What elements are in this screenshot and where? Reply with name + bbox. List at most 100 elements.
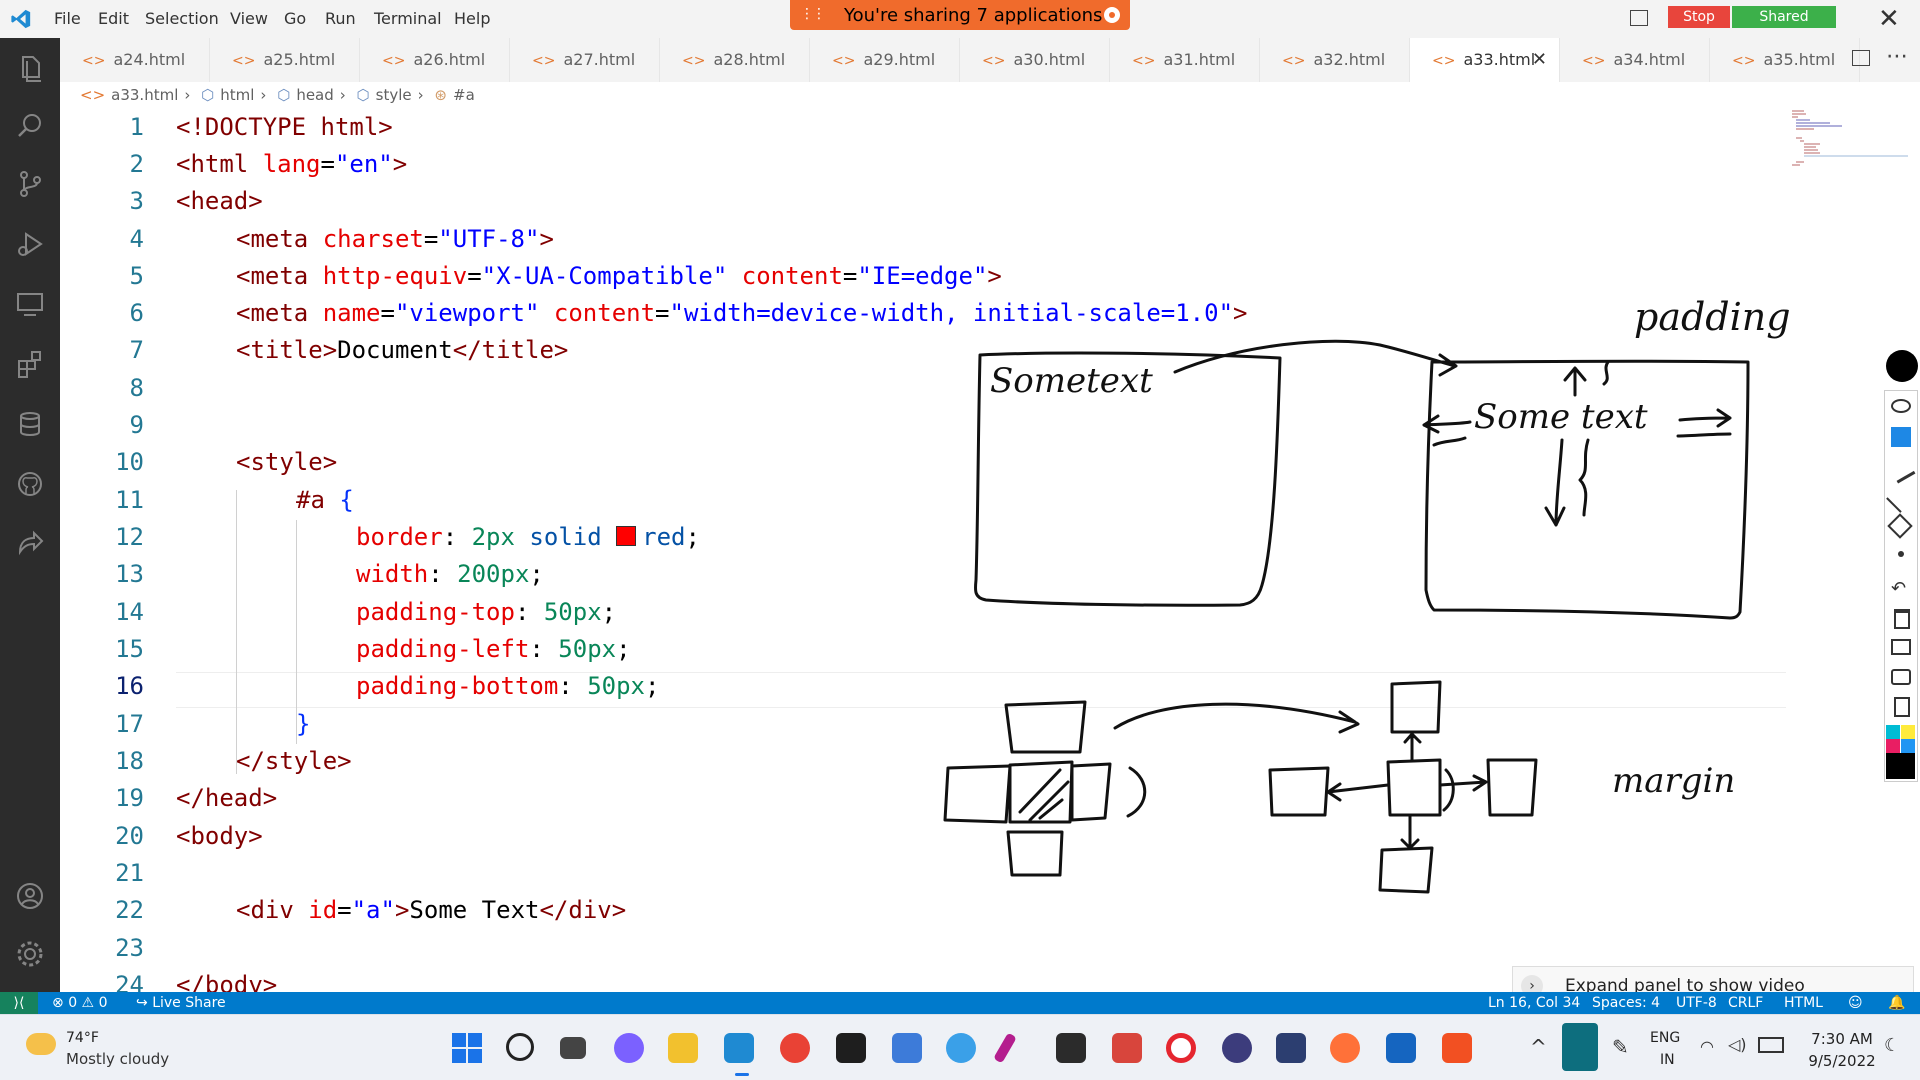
share-banner-close-icon[interactable] [1104, 7, 1120, 23]
cursor-icon[interactable] [1891, 427, 1911, 447]
code-line[interactable]: padding-bottom: 50px; [356, 672, 659, 700]
breadcrumb-selector[interactable]: #a [453, 86, 475, 104]
tab-a24[interactable]: <> a24.html [60, 38, 210, 82]
code-line[interactable]: <html lang="en"> [176, 150, 407, 178]
tab-a25[interactable]: <> a25.html [210, 38, 360, 82]
code-line[interactable]: padding-left: 50px; [356, 635, 631, 663]
tab-a29[interactable]: <> a29.html [810, 38, 960, 82]
vscode-taskbar-icon[interactable] [724, 1033, 754, 1063]
tab-a32[interactable]: <> a32.html [1260, 38, 1410, 82]
webex-icon[interactable] [1386, 1033, 1416, 1063]
notepad-icon[interactable] [892, 1033, 922, 1063]
code-line[interactable]: <meta http-equiv="X-UA-Compatible" conte… [236, 262, 1002, 290]
breadcrumb-html[interactable]: html [220, 86, 254, 104]
indentation-status[interactable]: Spaces: 4 [1592, 992, 1660, 1014]
code-line[interactable]: <body> [176, 822, 263, 850]
code-line[interactable]: <meta name="viewport" content="width=dev… [236, 299, 1247, 327]
search-icon[interactable] [14, 110, 46, 142]
paint-icon[interactable] [946, 1033, 976, 1063]
input-language[interactable]: ENG [1650, 1030, 1680, 1046]
eye-icon[interactable] [1891, 399, 1911, 413]
source-control-icon[interactable] [14, 168, 46, 200]
menu-view[interactable]: View [230, 0, 268, 38]
color-cyan-swatch[interactable] [1886, 725, 1900, 739]
tab-a33[interactable]: <> a33.html ✕ [1410, 38, 1560, 82]
menu-selection[interactable]: Selection [145, 0, 219, 38]
mysql-icon[interactable] [1056, 1033, 1086, 1063]
tab-a35[interactable]: <> a35.html [1710, 38, 1860, 82]
screen-share-banner[interactable]: ⋮⋮ You're sharing 7 applications [790, 0, 1130, 30]
color-black-swatch[interactable] [1886, 753, 1915, 779]
input-region[interactable]: IN [1660, 1052, 1675, 1068]
feedback-icon[interactable]: ☺ [1848, 992, 1863, 1014]
whiteboard-icon[interactable] [1891, 639, 1911, 655]
encoding-status[interactable]: UTF-8 [1676, 992, 1717, 1014]
code-line[interactable]: width: 200px; [356, 560, 544, 588]
run-debug-icon[interactable] [14, 228, 46, 260]
github-icon[interactable] [14, 468, 46, 500]
tab-a30[interactable]: <> a30.html [960, 38, 1110, 82]
problems-indicator[interactable]: ⊗ 0 ⚠ 0 [52, 992, 107, 1014]
database-icon[interactable] [14, 408, 46, 440]
code-line[interactable]: <!DOCTYPE html> [176, 113, 393, 141]
code-line[interactable]: <div id="a">Some Text</div> [236, 896, 626, 924]
microphone-icon[interactable] [1562, 1023, 1598, 1071]
weather-description[interactable]: Mostly cloudy [66, 1050, 169, 1068]
file-explorer-icon[interactable] [668, 1033, 698, 1063]
live-share-status[interactable]: ↪ Live Share [136, 992, 226, 1014]
split-editor-icon[interactable] [1852, 50, 1870, 66]
color-magenta-swatch[interactable] [1886, 739, 1900, 753]
cursor-position[interactable]: Ln 16, Col 34 [1488, 992, 1580, 1014]
opera-icon[interactable] [1166, 1033, 1196, 1063]
clock-time[interactable]: 7:30 AM [1792, 1030, 1892, 1048]
code-line[interactable]: #a { [296, 486, 354, 514]
undo-icon[interactable]: ↶ [1891, 579, 1911, 599]
menu-file[interactable]: File [54, 0, 81, 38]
tray-overflow-chevron-icon[interactable]: ^ [1530, 1035, 1547, 1059]
language-mode[interactable]: HTML [1784, 992, 1823, 1014]
shared-status-button[interactable]: Shared [1732, 6, 1836, 28]
eraser-app-icon[interactable] [1112, 1033, 1142, 1063]
close-window-icon[interactable]: ✕ [1878, 4, 1900, 34]
tab-a26[interactable]: <> a26.html [360, 38, 510, 82]
code-line[interactable]: </head> [176, 784, 277, 812]
color-yellow-swatch[interactable] [1901, 725, 1915, 739]
extensions-icon[interactable] [14, 348, 46, 380]
office-icon[interactable] [1442, 1033, 1472, 1063]
pen-line-icon[interactable] [1886, 483, 1916, 513]
pen-tool-icon[interactable] [1886, 350, 1918, 382]
wifi-icon[interactable]: ◠ [1700, 1037, 1714, 1056]
snipping-pen-icon[interactable] [993, 1032, 1017, 1064]
menu-edit[interactable]: Edit [98, 0, 129, 38]
settings-gear-icon[interactable] [14, 938, 46, 970]
code-line[interactable]: </style> [236, 747, 352, 775]
tab-a31[interactable]: <> a31.html [1110, 38, 1260, 82]
code-line[interactable]: <head> [176, 187, 263, 215]
notifications-bell-icon[interactable]: 🔔 [1888, 992, 1905, 1014]
eraser-icon[interactable] [1887, 513, 1913, 539]
tab-a27[interactable]: <> a27.html [510, 38, 660, 82]
explorer-icon[interactable] [14, 52, 46, 84]
layout-toggle-icon[interactable] [1630, 10, 1648, 26]
menu-terminal[interactable]: Terminal [374, 0, 442, 38]
clipboard-icon[interactable] [1894, 697, 1910, 717]
chrome-icon[interactable] [780, 1033, 810, 1063]
tab-a28[interactable]: <> a28.html [660, 38, 810, 82]
clock-date[interactable]: 9/5/2022 [1792, 1052, 1892, 1070]
vscode-logo-icon[interactable] [10, 8, 32, 30]
remote-indicator-icon[interactable]: ⟩⟨ [0, 992, 38, 1014]
teams-chat-icon[interactable] [614, 1033, 644, 1063]
trash-icon[interactable] [1894, 609, 1910, 629]
breadcrumb-head[interactable]: head [296, 86, 333, 104]
more-actions-icon[interactable]: ⋯ [1886, 44, 1908, 69]
eol-status[interactable]: CRLF [1728, 992, 1763, 1014]
menu-go[interactable]: Go [284, 0, 306, 38]
breadcrumb-style[interactable]: style [376, 86, 412, 104]
taskbar-search-icon[interactable] [506, 1033, 534, 1061]
code-line[interactable]: padding-top: 50px; [356, 598, 616, 626]
accounts-icon[interactable] [14, 880, 46, 912]
breadcrumb-file[interactable]: a33.html [111, 86, 178, 104]
pen-menu-icon[interactable]: ✎ [1612, 1035, 1629, 1059]
drag-handle-icon[interactable]: ⋮⋮ [800, 6, 826, 22]
camera-icon[interactable] [1891, 669, 1911, 685]
